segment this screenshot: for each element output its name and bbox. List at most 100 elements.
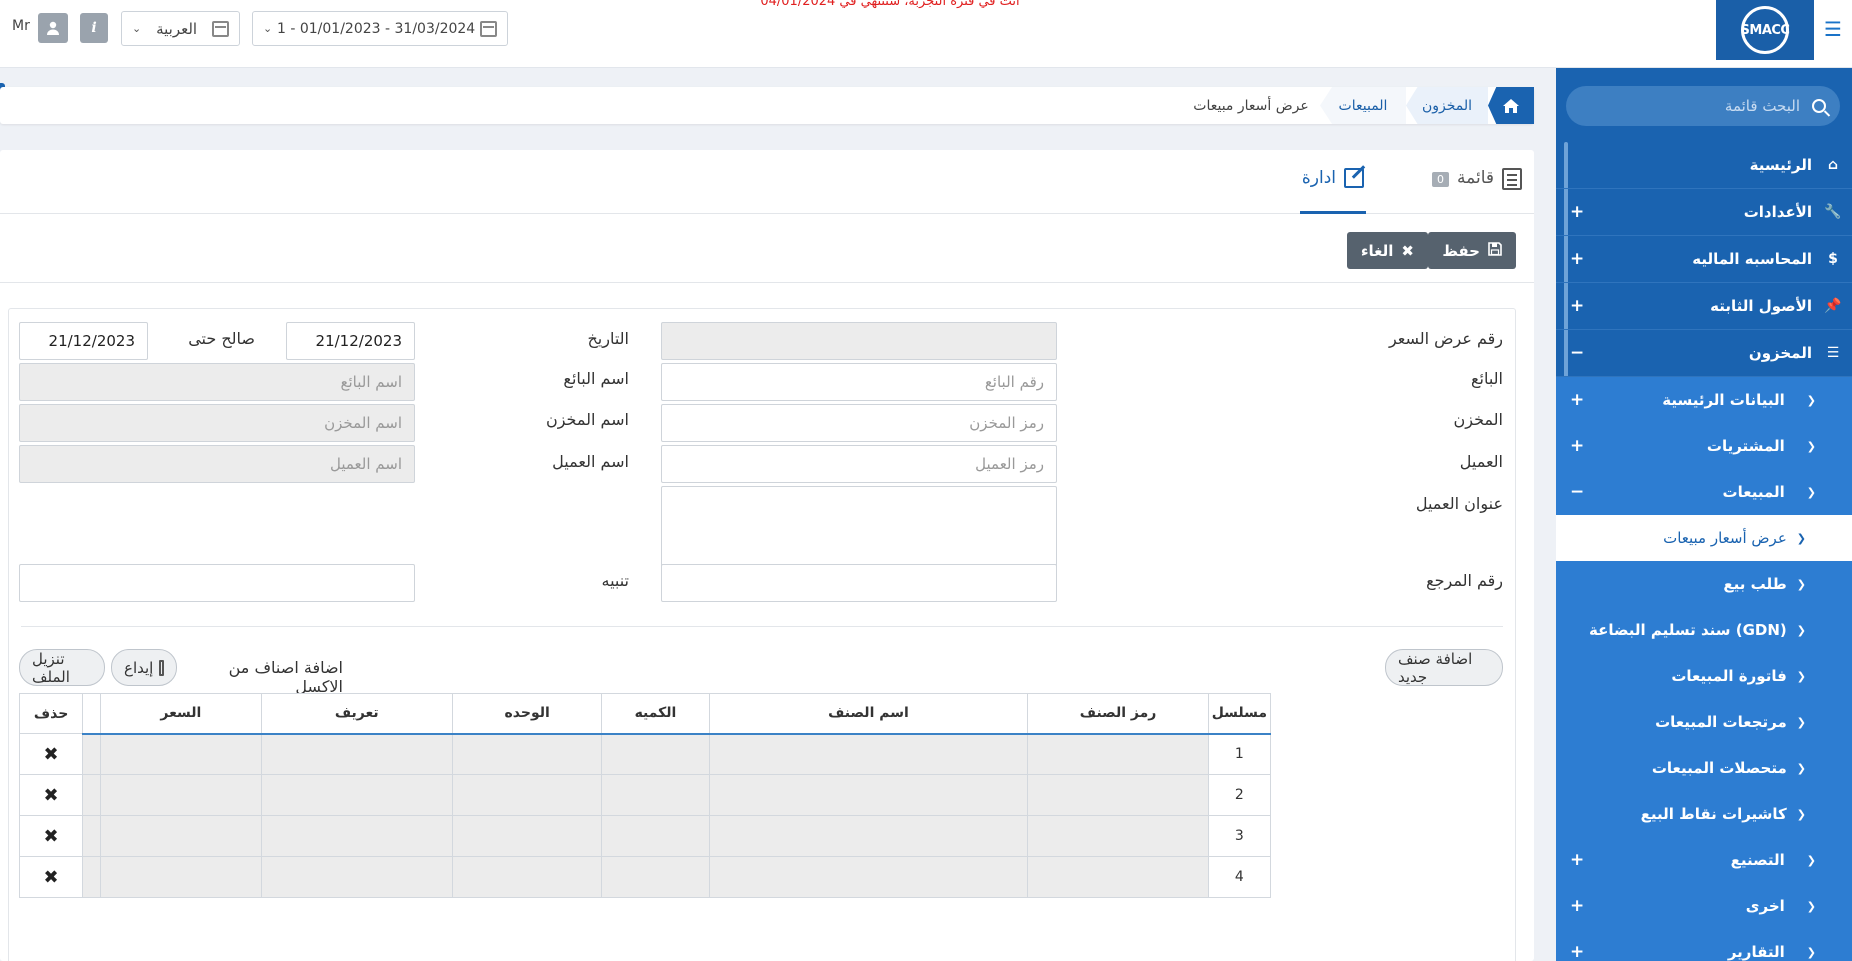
valid-until-field[interactable]: 21/12/2023 [19,322,148,360]
unit-cell[interactable] [451,774,603,816]
user-icon[interactable] [38,13,68,43]
reference-field[interactable] [661,564,1057,602]
sidebar-item-manufacturing[interactable]: + التصنيع ❯ [1556,837,1852,883]
price-cell[interactable] [100,733,262,775]
description-cell[interactable] [260,733,454,775]
delete-row-icon[interactable]: ✖ [18,815,84,857]
expand-icon[interactable]: + [1570,436,1584,456]
customer-address-field[interactable] [661,486,1057,568]
unit-cell[interactable] [451,856,603,898]
chevron-right-icon: ❯ [1806,853,1816,867]
user-name[interactable]: Mr [12,18,30,34]
serial-cell: 3 [1207,815,1272,857]
logo[interactable]: SMACC [1716,0,1814,60]
sidebar-item-master-data[interactable]: + البيانات الرئيسية ❯ [1556,377,1852,423]
col-delete: حذف [18,693,84,734]
expand-icon[interactable]: + [1570,249,1584,269]
breadcrumb-inventory[interactable]: المخزون [1406,87,1488,124]
item-code-cell[interactable] [1027,733,1209,775]
price-cell[interactable] [100,856,262,898]
item-name-cell[interactable] [708,774,1029,816]
item-name-cell[interactable] [708,733,1029,775]
sidebar-item-sales-returns[interactable]: مرتجعات المبيعات ❯ [1556,699,1852,745]
quantity-cell[interactable] [601,733,710,775]
sidebar-item-fixed-assets[interactable]: + الأصول الثابته 📌 [1556,283,1852,330]
add-item-button[interactable]: اضافة صنف جديد [1385,649,1503,686]
download-file-button[interactable]: تنزيل الملف [19,649,105,686]
sidebar-item-sales-receipts[interactable]: متحصلات المبيعات ❯ [1556,745,1852,791]
spacer-cell [82,815,102,857]
collapse-icon[interactable]: − [1570,343,1584,363]
search-placeholder: البحث قائمة [1724,97,1800,115]
sidebar-item-other[interactable]: + اخرى ❯ [1556,883,1852,929]
item-name-cell[interactable] [708,815,1029,857]
price-cell[interactable] [100,774,262,816]
unit-cell[interactable] [451,815,603,857]
item-code-cell[interactable] [1027,774,1209,816]
edit-icon [1344,168,1364,188]
price-cell[interactable] [100,815,262,857]
delete-row-icon[interactable]: ✖ [18,733,84,775]
expand-icon[interactable]: + [1570,896,1584,916]
sidebar-item-home[interactable]: الرئيسية ⌂ [1556,142,1852,189]
inventory-submenu: + البيانات الرئيسية ❯ + المشتريات ❯ − المب… [1556,377,1852,515]
description-cell[interactable] [260,774,454,816]
items-table: حذف السعر تعريف الوحده الكميه اسم الصنف … [18,693,1272,898]
item-code-cell[interactable] [1027,815,1209,857]
seller-name-field: اسم البائع [19,363,415,401]
sidebar-item-inventory[interactable]: − المخزون ☰ [1556,330,1852,377]
tab-bar: 0 قائمة ادارة [0,150,1534,214]
sidebar-item-gdn[interactable]: سند تسليم البضاعة (GDN) ❯ [1556,607,1852,653]
unit-cell[interactable] [451,733,603,775]
store-label: المخزن [1453,410,1503,429]
sidebar-item-accounting[interactable]: + المحاسبه الماليه $ [1556,236,1852,283]
delete-row-icon[interactable]: ✖ [18,774,84,816]
quantity-cell[interactable] [601,774,710,816]
seller-code-field[interactable]: رقم البائع [661,363,1057,401]
delete-row-icon[interactable]: ✖ [18,856,84,898]
tab-manage[interactable]: ادارة [1299,168,1366,214]
expand-icon[interactable]: + [1570,390,1584,410]
info-icon[interactable]: i [80,13,108,43]
period-select[interactable]: ⌄ 1 - 01/01/2023 - 31/03/2024 [252,11,508,46]
chevron-down-icon: ⌄ [132,22,142,35]
sidebar-item-purchases[interactable]: + المشتريات ❯ [1556,423,1852,469]
collapse-icon[interactable]: − [1570,482,1584,502]
date-field[interactable]: 21/12/2023 [286,322,415,360]
chevron-right-icon: ❯ [1806,485,1816,499]
language-select[interactable]: ⌄ العربية [121,11,240,46]
item-name-cell[interactable] [708,856,1029,898]
store-code-field[interactable]: رمز المخزن [661,404,1057,442]
table-row: ✖ 4 [18,856,1272,898]
expand-icon[interactable]: + [1570,942,1584,961]
expand-icon[interactable]: + [1570,850,1584,870]
breadcrumb-sales[interactable]: المبيعات [1320,87,1406,124]
expand-icon[interactable]: + [1570,202,1584,222]
upload-button[interactable]: إيداع [111,649,177,686]
sidebar-item-sales-order[interactable]: طلب بيع ❯ [1556,561,1852,607]
tab-list[interactable]: 0 قائمة [1432,168,1522,214]
sidebar-search-input[interactable]: البحث قائمة [1566,86,1840,126]
hamburger-menu-icon[interactable]: ☰ [1822,18,1844,40]
search-icon [1812,99,1826,113]
quantity-cell[interactable] [601,815,710,857]
sidebar-item-reports[interactable]: + التقارير ❯ [1556,929,1852,961]
sidebar-item-sales-quotes[interactable]: عرض أسعار مبيعات ❯ [1556,515,1852,561]
sidebar-item-settings[interactable]: + الأعدادات 🔧 [1556,189,1852,236]
col-item-name: اسم الصنف [708,693,1029,735]
cancel-button[interactable]: الغاء ✖ [1346,232,1428,269]
sidebar-item-sales[interactable]: − المبيعات ❯ [1556,469,1852,515]
list-count-badge: 0 [1432,172,1450,187]
home-icon[interactable] [1488,87,1534,124]
description-cell[interactable] [260,856,454,898]
description-cell[interactable] [260,815,454,857]
note-field[interactable] [19,564,415,602]
customer-code-field[interactable]: رمز العميل [661,445,1057,483]
item-code-cell[interactable] [1027,856,1209,898]
expand-icon[interactable]: + [1570,296,1584,316]
trial-notice: انت في فترة التجربة، ستنتهي في 04/01/202… [760,0,1020,9]
save-button[interactable]: حفظ [1428,232,1516,269]
sidebar-item-sales-invoice[interactable]: فاتورة المبيعات ❯ [1556,653,1852,699]
sidebar-item-pos-cashiers[interactable]: كاشيرات نقاط البيع ❯ [1556,791,1852,837]
quantity-cell[interactable] [601,856,710,898]
